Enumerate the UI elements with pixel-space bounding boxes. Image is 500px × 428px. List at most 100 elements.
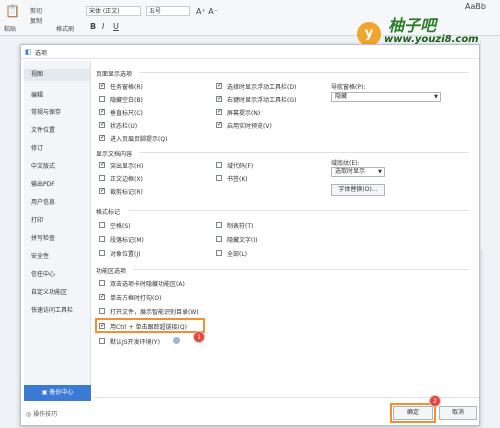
cut-button[interactable]: 剪切: [30, 6, 42, 15]
text-border-checkbox[interactable]: [99, 175, 105, 181]
bookmark-checkbox[interactable]: [216, 175, 222, 181]
object-anchor-label: 对象位置(J): [110, 251, 141, 258]
hidden-text-checkbox[interactable]: [216, 236, 222, 242]
space-checkbox[interactable]: [99, 222, 105, 228]
sidebar-item-quick-access[interactable]: 快速访问工具栏: [31, 305, 73, 314]
field-shading-value: 选取时显示: [335, 168, 366, 175]
paragraph-mark-label: 段落标记(M): [110, 237, 144, 244]
watermark-title: 柚子吧: [388, 16, 437, 35]
dialog-title: 选项: [35, 50, 48, 57]
font-size-select[interactable]: 五号: [146, 6, 190, 16]
field-code-checkbox[interactable]: [216, 162, 222, 168]
crop-marks-label: 裁剪标记(R): [110, 189, 143, 196]
select-float-toolbar-checkbox[interactable]: [216, 82, 222, 89]
backup-center-button[interactable]: ▣ 备份中心: [24, 385, 91, 401]
header-footer-tip-label: 进入页眉页脚提示(Q): [110, 136, 168, 143]
live-preview-checkbox[interactable]: [216, 121, 222, 128]
watermark-logo: y: [357, 22, 381, 46]
live-preview-label: 启用实时预览(V): [227, 123, 272, 130]
sidebar-item-print[interactable]: 打印: [31, 215, 43, 224]
chevron-down-icon: ▼: [434, 94, 438, 100]
field-shading-label: 域底纹(E):: [331, 160, 360, 167]
text-border-label: 正文边框(X): [110, 176, 143, 183]
options-sidebar: 视图 编辑 常规与保存 文件位置 修订 中文版式 输出PDF 用户信息 打印 拼…: [24, 61, 91, 401]
section-divider: [133, 269, 469, 270]
paragraph-mark-checkbox[interactable]: [99, 236, 105, 242]
copy-button[interactable]: 复制: [30, 16, 42, 25]
click-box-check-checkbox[interactable]: [99, 293, 105, 300]
format-marks-heading: 格式标记: [96, 209, 121, 216]
vertical-ruler-checkbox[interactable]: [99, 108, 105, 115]
sidebar-item-file-location[interactable]: 文件位置: [31, 125, 55, 134]
document-scrollbar[interactable]: [480, 40, 488, 250]
sidebar-item-view[interactable]: 视图: [24, 69, 90, 81]
task-pane-checkbox[interactable]: [99, 82, 105, 89]
section-divider: [139, 72, 469, 73]
font-name-select[interactable]: 宋体 (正文): [86, 6, 141, 16]
doc-content-heading: 显示文档内容: [96, 151, 133, 158]
footer-divider: [94, 397, 479, 398]
sidebar-item-edit[interactable]: 编辑: [31, 90, 43, 99]
task-pane-label: 任务窗格(R): [110, 84, 143, 91]
vertical-ruler-label: 垂直标尺(C): [110, 110, 143, 117]
section-divider: [139, 152, 469, 153]
font-replace-button[interactable]: 字体替换(O)...: [331, 184, 385, 196]
sidebar-item-spell-check[interactable]: 拼写检查: [31, 233, 55, 242]
default-js-env-label: 默认JS开发环境(Y): [110, 339, 160, 346]
tab-char-label: 制表符(T): [227, 223, 254, 230]
sidebar-item-security[interactable]: 安全性: [31, 251, 49, 260]
rightclick-float-toolbar-checkbox[interactable]: [216, 95, 222, 102]
tab-char-checkbox[interactable]: [216, 222, 222, 228]
screen-tip-checkbox[interactable]: [216, 108, 222, 115]
screen-tip-label: 屏幕提示(N): [227, 110, 261, 117]
hide-blank-checkbox[interactable]: [99, 96, 105, 102]
click-box-check-label: 单击方框时打勾(O): [110, 295, 162, 302]
paste-button[interactable]: 粘贴: [4, 24, 16, 33]
underline-icon[interactable]: U: [113, 22, 119, 31]
crop-marks-checkbox[interactable]: [99, 187, 105, 194]
select-float-toolbar-label: 选择时显示浮动工具栏(D): [227, 84, 297, 91]
step-badge-1: 1: [193, 331, 205, 343]
header-footer-tip-checkbox[interactable]: [99, 134, 105, 141]
bookmark-label: 书签(K): [227, 176, 248, 183]
info-icon[interactable]: [173, 337, 180, 344]
space-label: 空格(S): [110, 223, 131, 230]
sidebar-item-customize-ribbon[interactable]: 自定义功能区: [31, 287, 67, 296]
all-marks-label: 全部(L): [227, 251, 248, 258]
smart-toc-checkbox[interactable]: [99, 308, 105, 314]
object-anchor-checkbox[interactable]: [99, 250, 105, 256]
status-bar-checkbox[interactable]: [99, 121, 105, 128]
paste-icon[interactable]: 📋: [5, 4, 20, 18]
dialog-titlebar: ◧ 选项: [21, 45, 479, 59]
default-js-env-checkbox[interactable]: [99, 338, 105, 344]
sidebar-item-revision[interactable]: 修订: [31, 143, 43, 152]
options-icon: ◧: [25, 48, 32, 56]
highlight-checkbox[interactable]: [99, 161, 105, 168]
function-area-heading: 功能区选项: [96, 268, 127, 275]
tips-link[interactable]: ◎ 操作技巧: [26, 409, 57, 418]
italic-icon[interactable]: I: [102, 22, 104, 31]
bold-icon[interactable]: B: [90, 22, 96, 31]
grow-font-icon[interactable]: A⁺ A⁻: [196, 7, 218, 16]
page-display-heading: 页面显示选项: [96, 71, 133, 78]
hide-blank-label: 隐藏空白(B): [110, 97, 143, 104]
sidebar-item-chinese-layout[interactable]: 中文版式: [31, 161, 55, 170]
hidden-text-label: 隐藏文字(I): [227, 237, 258, 244]
smart-toc-label: 打开文件，展示智能识别目录(W): [110, 309, 199, 316]
sidebar-item-general-save[interactable]: 常规与保存: [31, 107, 61, 116]
options-dialog: ◧ 选项 视图 编辑 常规与保存 文件位置 修订 中文版式 输出PDF 用户信息…: [20, 44, 480, 426]
nav-pane-select[interactable]: 隐藏 ▼: [331, 92, 441, 102]
format-painter-button[interactable]: 格式刷: [56, 24, 74, 33]
tips-label: 操作技巧: [33, 411, 58, 418]
style-preview[interactable]: AaBb: [465, 2, 486, 11]
nav-pane-label: 导航窗格(P):: [331, 84, 366, 91]
cancel-button[interactable]: 取消: [439, 406, 477, 420]
sidebar-item-export-pdf[interactable]: 输出PDF: [31, 179, 55, 188]
field-code-label: 域代码(F): [227, 163, 254, 170]
all-marks-checkbox[interactable]: [216, 250, 222, 256]
dblclick-hide-ribbon-label: 双击选项卡时隐藏功能区(A): [110, 281, 185, 288]
sidebar-item-trust-center[interactable]: 信任中心: [31, 269, 55, 278]
dblclick-hide-ribbon-checkbox[interactable]: [99, 280, 105, 286]
sidebar-item-user-info[interactable]: 用户信息: [31, 197, 55, 206]
field-shading-select[interactable]: 选取时显示 ▼: [331, 167, 385, 177]
